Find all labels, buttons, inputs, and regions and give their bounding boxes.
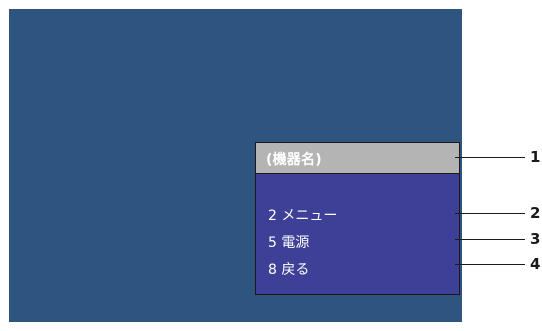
callout-line-2 [455, 213, 525, 214]
callout-number-2: 2 [530, 204, 541, 222]
menu-item-menu[interactable]: 2 メニュー [268, 205, 337, 225]
menu-header: (機器名) [256, 143, 459, 174]
callout-number-1: 1 [530, 148, 541, 166]
on-screen-menu: (機器名) 2 メニュー 5 電源 8 戻る [255, 142, 460, 295]
menu-item-power[interactable]: 5 電源 [268, 232, 309, 252]
menu-item-back[interactable]: 8 戻る [268, 259, 309, 279]
callout-line-4 [455, 264, 525, 265]
callout-number-3: 3 [530, 230, 541, 248]
device-name-title: (機器名) [266, 152, 322, 168]
callout-line-1 [455, 157, 525, 158]
callout-line-3 [455, 239, 525, 240]
callout-number-4: 4 [530, 255, 541, 273]
